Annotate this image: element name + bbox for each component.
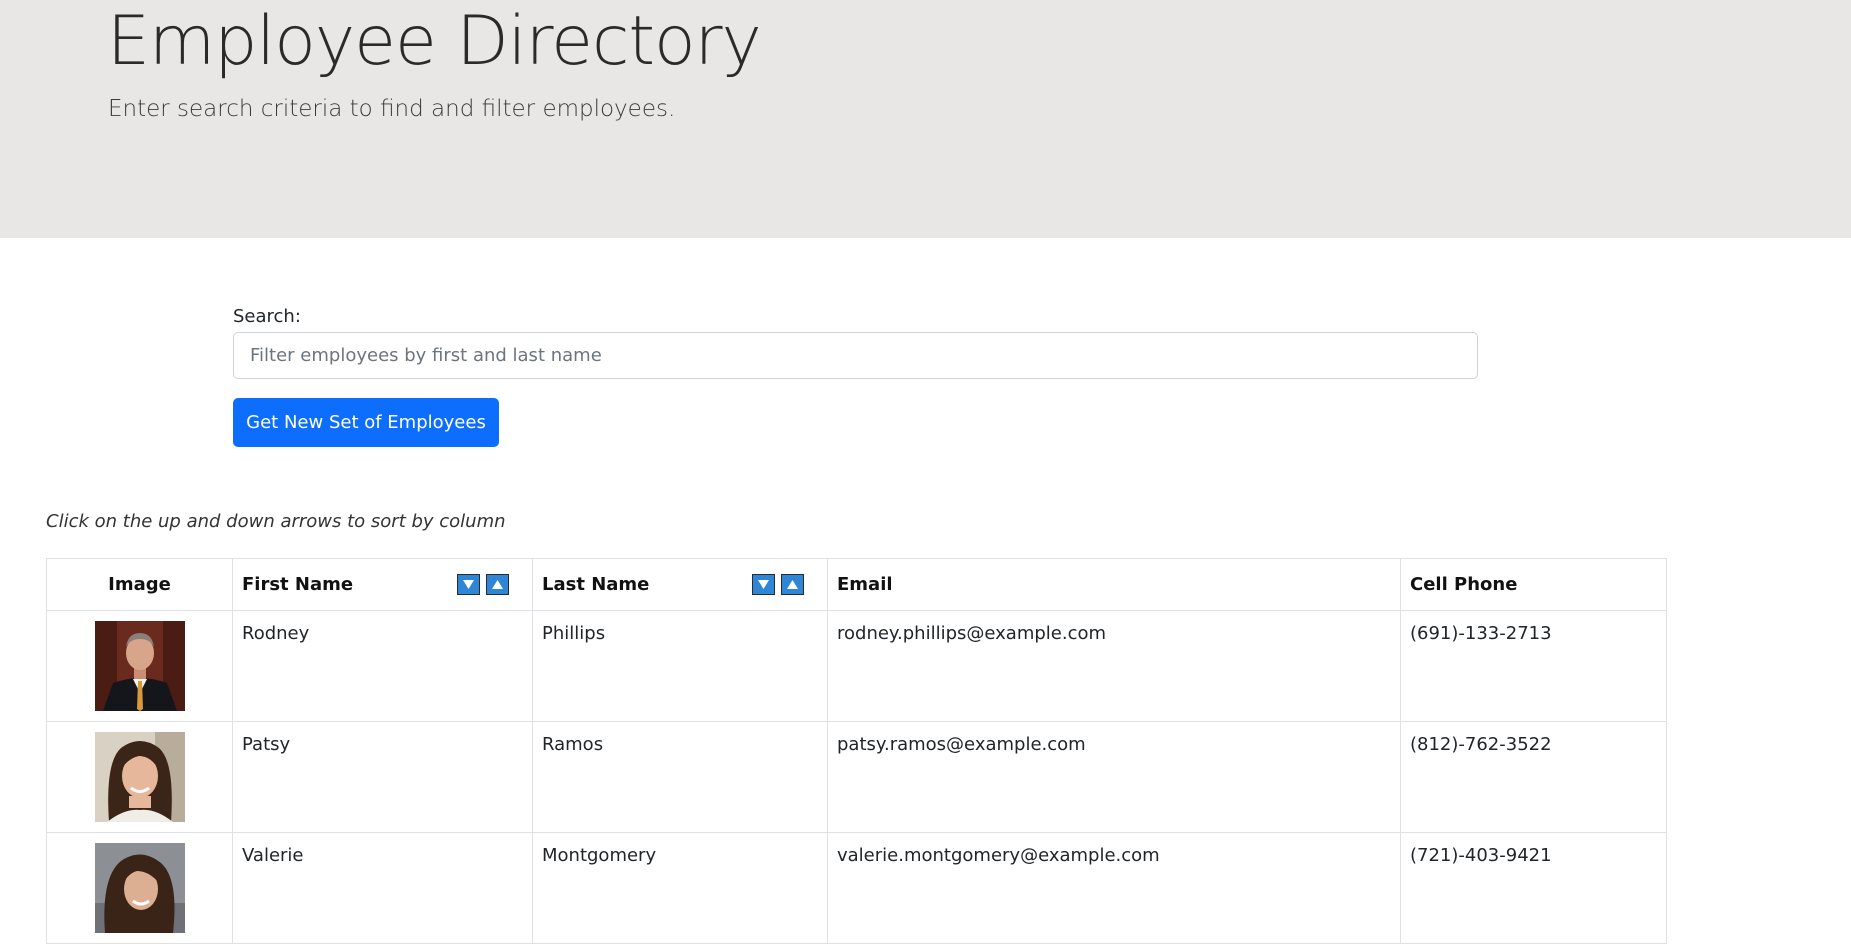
- column-header-first-name: First Name: [232, 558, 533, 611]
- employee-first-name: Valerie: [232, 832, 533, 944]
- employee-image-cell: [46, 610, 233, 722]
- column-header-first-name-label: First Name: [242, 574, 354, 595]
- get-new-employees-button[interactable]: Get New Set of Employees: [233, 398, 499, 447]
- employee-avatar: [94, 732, 185, 822]
- employee-avatar: [94, 843, 185, 933]
- sort-hint: Click on the up and down arrows to sort …: [46, 511, 506, 532]
- employee-email: valerie.montgomery@example.com: [827, 832, 1401, 944]
- sort-first-name-desc-button[interactable]: [457, 574, 480, 595]
- page-title: Employee Directory: [107, 2, 762, 81]
- column-header-email: Email: [827, 558, 1401, 611]
- sort-last-name-asc-button[interactable]: [781, 574, 804, 595]
- employee-image-cell: [46, 832, 233, 944]
- employee-avatar: [94, 621, 185, 711]
- employee-cell-phone: (691)-133-2713: [1400, 610, 1667, 722]
- sort-descending-icon: [758, 580, 769, 589]
- search-label: Search:: [233, 306, 301, 327]
- employee-last-name: Montgomery: [532, 832, 828, 944]
- employee-cell-phone: (812)-762-3522: [1400, 721, 1667, 833]
- employee-last-name: Phillips: [532, 610, 828, 722]
- employee-first-name: Rodney: [232, 610, 533, 722]
- sort-ascending-icon: [492, 580, 503, 589]
- employee-first-name: Patsy: [232, 721, 533, 833]
- sort-last-name-desc-button[interactable]: [752, 574, 775, 595]
- employee-cell-phone: (721)-403-9421: [1400, 832, 1667, 944]
- column-header-last-name-label: Last Name: [542, 574, 650, 595]
- table-row: Valerie Montgomery valerie.montgomery@ex…: [46, 832, 1667, 944]
- employee-image-cell: [46, 721, 233, 833]
- page-header: Employee Directory Enter search criteria…: [0, 0, 1851, 238]
- sort-first-name-asc-button[interactable]: [486, 574, 509, 595]
- table-row: Patsy Ramos patsy.ramos@example.com (812…: [46, 721, 1667, 833]
- employee-email: patsy.ramos@example.com: [827, 721, 1401, 833]
- employee-last-name: Ramos: [532, 721, 828, 833]
- table-header-row: Image First Name Last Name Email Cell Ph…: [46, 558, 1667, 611]
- table-row: Rodney Phillips rodney.phillips@example.…: [46, 610, 1667, 722]
- column-header-last-name: Last Name: [532, 558, 828, 611]
- sort-ascending-icon: [787, 580, 798, 589]
- employee-email: rodney.phillips@example.com: [827, 610, 1401, 722]
- search-input[interactable]: [233, 332, 1478, 379]
- sort-descending-icon: [463, 580, 474, 589]
- column-header-cell-phone: Cell Phone: [1400, 558, 1667, 611]
- column-header-image: Image: [46, 558, 233, 611]
- employee-table: Image First Name Last Name Email Cell Ph…: [46, 558, 1667, 944]
- page-subtitle: Enter search criteria to find and filter…: [108, 96, 676, 122]
